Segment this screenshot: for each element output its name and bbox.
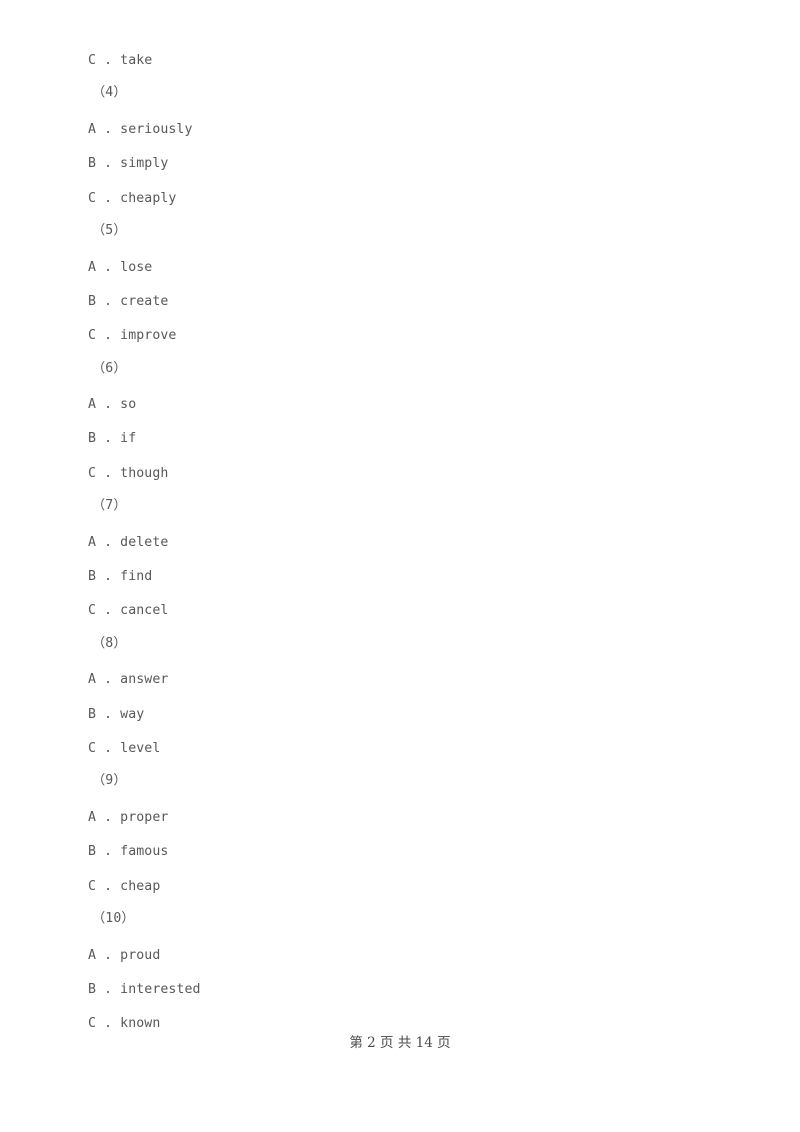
answer-option: B . simply bbox=[88, 156, 169, 171]
answer-option: C . cheaply bbox=[88, 191, 177, 206]
answer-option: B . if bbox=[88, 431, 137, 446]
answer-option: A . lose bbox=[88, 260, 153, 275]
answer-option: A . answer bbox=[88, 672, 169, 687]
answer-option: B . way bbox=[88, 707, 145, 722]
question-number: （10） bbox=[92, 911, 135, 926]
answer-option: B . famous bbox=[88, 844, 169, 859]
answer-option: A . so bbox=[88, 397, 137, 412]
document-page: C . take （4） A . seriously B . simply C . ch… bbox=[0, 0, 800, 1132]
answer-option: C . improve bbox=[88, 328, 177, 343]
answer-option: C . cancel bbox=[88, 603, 169, 618]
answer-option: A . proud bbox=[88, 948, 161, 963]
answer-option: A . seriously bbox=[88, 122, 193, 137]
answer-option: C . level bbox=[88, 741, 161, 756]
answer-option: A . delete bbox=[88, 535, 169, 550]
question-number: （6） bbox=[92, 361, 127, 376]
question-number: （9） bbox=[92, 773, 127, 788]
answer-option: C . though bbox=[88, 466, 169, 481]
answer-option: C . cheap bbox=[88, 879, 161, 894]
question-number: （5） bbox=[92, 223, 127, 238]
answer-option: C . known bbox=[88, 1016, 161, 1031]
answer-option: B . find bbox=[88, 569, 153, 584]
answer-option: A . proper bbox=[88, 810, 169, 825]
question-number: （4） bbox=[92, 85, 127, 100]
answer-option: B . create bbox=[88, 294, 169, 309]
answer-option: C . take bbox=[88, 53, 153, 68]
question-number: （7） bbox=[92, 498, 127, 513]
page-number-footer: 第 2 页 共 14 页 bbox=[349, 1035, 451, 1051]
answer-option: B . interested bbox=[88, 982, 201, 997]
question-number: （8） bbox=[92, 636, 127, 651]
